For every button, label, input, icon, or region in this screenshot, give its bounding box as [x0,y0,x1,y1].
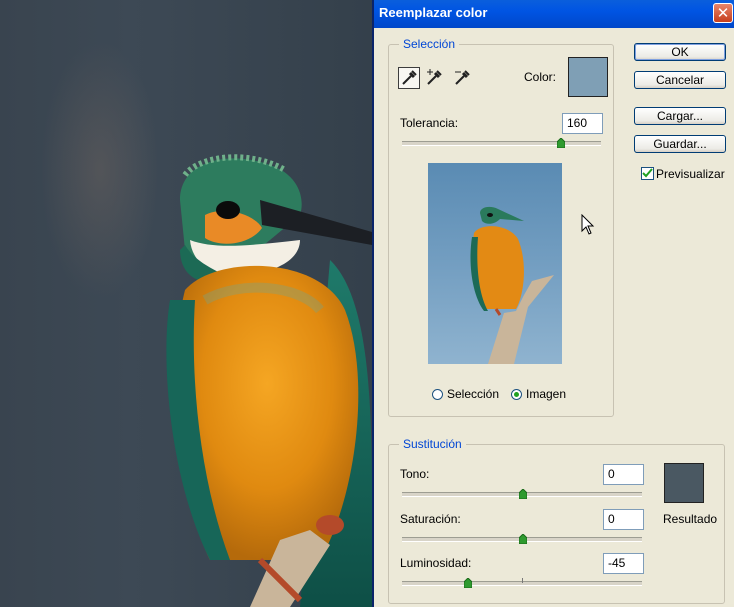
lightness-slider-thumb[interactable] [464,578,472,588]
preview-checkbox[interactable] [641,167,654,180]
preview-kingfisher-icon [470,206,554,364]
saturation-input[interactable]: 0 [603,509,644,530]
dialog-title: Reemplazar color [379,5,488,20]
selection-group-title: Selección [399,37,460,51]
saturation-slider-thumb[interactable] [519,534,527,544]
tolerance-slider-thumb[interactable] [557,138,566,148]
load-button[interactable]: Cargar... [634,107,726,125]
substitution-group-title: Sustitución [399,437,466,451]
lightness-label: Luminosidad: [400,556,472,570]
lightness-input[interactable]: -45 [603,553,644,574]
preview-checkbox-label: Previsualizar [656,167,725,181]
ok-button[interactable]: OK [634,43,726,61]
document-canvas-photo [0,0,372,607]
checkmark-icon [642,168,653,178]
color-label: Color: [524,70,557,84]
eyedropper-plus-icon [427,69,442,85]
close-icon: ✕ [716,4,730,22]
save-button[interactable]: Guardar... [634,135,726,153]
result-color-swatch[interactable] [664,463,704,503]
selection-view-radio[interactable] [432,389,443,400]
hue-slider-thumb[interactable] [519,489,527,499]
cancel-button[interactable]: Cancelar [634,71,726,89]
lightness-center-tick [522,578,523,583]
dialog-titlebar[interactable]: Reemplazar color ✕ [374,0,734,28]
tolerance-input[interactable]: 160 [562,113,603,134]
selection-preview-image[interactable] [428,163,562,364]
saturation-label: Saturación: [400,512,461,526]
selection-view-label: Selección [447,387,500,401]
hue-label: Tono: [400,467,430,481]
image-view-radio[interactable] [511,389,522,400]
selection-color-swatch[interactable] [568,57,608,97]
eyedropper-icon [402,70,417,85]
eyedropper-subtract-tool[interactable] [452,67,474,89]
eyedropper-add-tool[interactable] [424,67,446,89]
image-view-label: Imagen [526,387,567,401]
kingfisher-image [166,154,372,607]
tolerance-slider-track[interactable] [402,141,601,146]
mouse-cursor-icon [581,214,595,235]
tolerance-label: Tolerancia: [400,116,459,130]
eyedropper-tool[interactable] [398,67,420,89]
result-label: Resultado [663,512,718,526]
replace-color-dialog: Reemplazar color ✕ Selección Color: Tole… [372,0,734,607]
close-button[interactable]: ✕ [713,3,733,23]
eyedropper-minus-icon [455,70,470,85]
hue-input[interactable]: 0 [603,464,644,485]
